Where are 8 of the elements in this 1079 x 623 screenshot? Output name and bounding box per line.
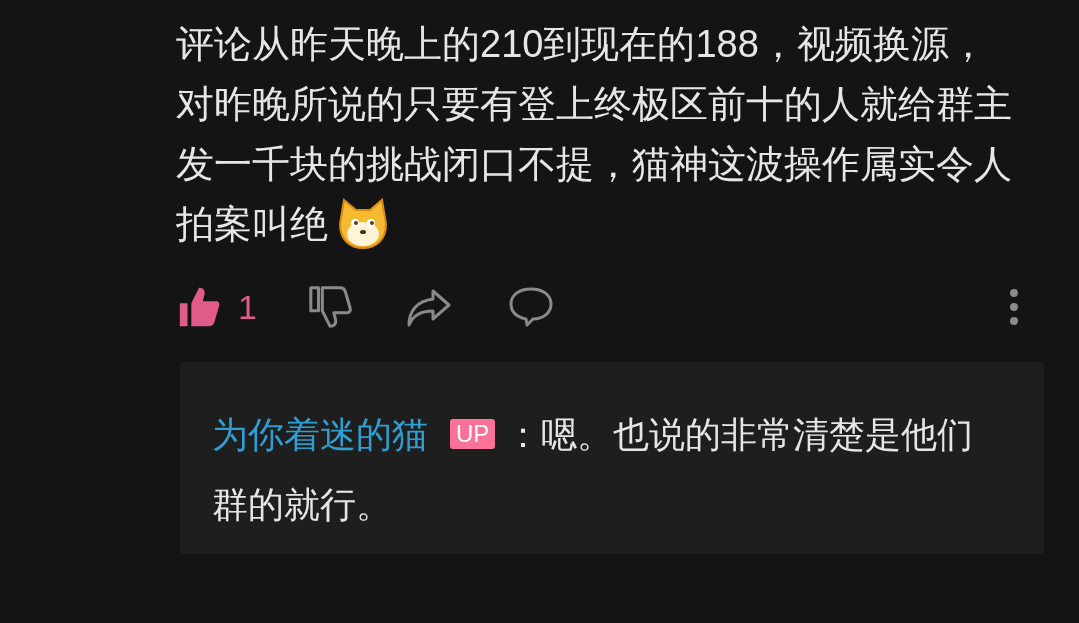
- reply-text: 为你着迷的猫 UP ：嗯。也说的非常清楚是他们群的就行。: [212, 413, 975, 527]
- up-badge: UP: [450, 419, 496, 450]
- thumbs-down-icon[interactable]: [306, 284, 353, 330]
- dog-emoji-icon: [336, 195, 390, 250]
- like-button[interactable]: 1: [176, 281, 257, 333]
- comment-text: 评论从昨天晚上的210到现在的188，视频换源，对昨晚所说的只要有登上终极区前十的人就给群主发一千块的挑战闭口不提，猫神这波操作属实令人拍案叫绝: [176, 14, 1012, 254]
- more-options-icon[interactable]: [1009, 287, 1019, 327]
- reply-author-link[interactable]: 为你着迷的猫: [212, 414, 428, 455]
